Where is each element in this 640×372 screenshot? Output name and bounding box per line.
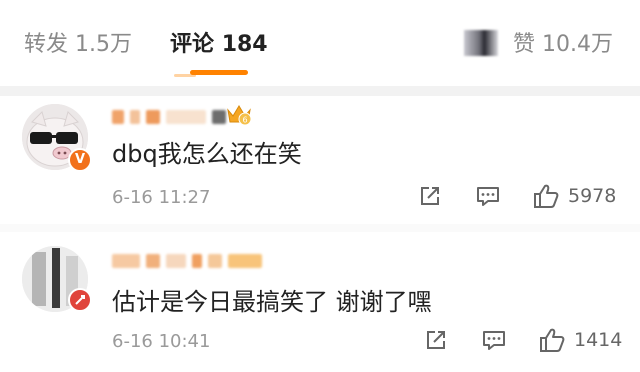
- like-count: 1414: [574, 329, 623, 351]
- like-button[interactable]: 5978: [532, 182, 616, 210]
- tab-likes-label: 赞: [513, 32, 536, 57]
- tab-comments-label: 评论: [170, 32, 215, 57]
- blurred-username[interactable]: [112, 250, 262, 272]
- comment-item: V 6 dbq我怎么还在笑 6-16 11:27 5978: [0, 96, 640, 224]
- share-icon[interactable]: [422, 326, 450, 354]
- tab-likes[interactable]: 赞 10.4万: [464, 28, 613, 62]
- blurred-username[interactable]: [112, 106, 226, 128]
- comment-reply-icon[interactable]: [474, 182, 502, 210]
- like-count: 5978: [568, 185, 617, 207]
- user-badge: [68, 288, 92, 312]
- tab-reposts[interactable]: 转发 1.5万: [24, 28, 132, 62]
- svg-text:6: 6: [242, 116, 247, 125]
- share-icon[interactable]: [416, 182, 444, 210]
- comment-text: 估计是今日最搞笑了 谢谢了嘿: [112, 288, 432, 316]
- comment-reply-icon[interactable]: [480, 326, 508, 354]
- tab-reposts-count: 1.5万: [75, 32, 133, 57]
- comment-tab-bar: 转发 1.5万 评论 184 赞 10.4万: [0, 0, 640, 86]
- thumbs-up-icon: [540, 328, 565, 352]
- tab-comments[interactable]: 评论 184: [170, 28, 268, 62]
- active-tab-indicator: [190, 70, 248, 75]
- badge-icon: [75, 295, 85, 305]
- blurred-avatar-thumbnail: [464, 30, 498, 56]
- tab-likes-count: 10.4万: [542, 32, 614, 57]
- section-divider: [0, 86, 640, 96]
- comment-text: dbq我怎么还在笑: [112, 140, 302, 168]
- like-button[interactable]: 1414: [538, 326, 622, 354]
- comment-item: 估计是今日最搞笑了 谢谢了嘿 6-16 10:41 1414: [0, 232, 640, 372]
- tab-reposts-label: 转发: [24, 32, 69, 57]
- comment-time: 6-16 10:41: [112, 331, 211, 352]
- crown-badge-icon: 6: [227, 105, 252, 126]
- thumbs-up-icon: [534, 184, 559, 208]
- comment-separator: [0, 224, 640, 232]
- verified-badge: V: [68, 148, 92, 172]
- tab-comments-count: 184: [221, 32, 268, 57]
- comment-time: 6-16 11:27: [112, 187, 211, 208]
